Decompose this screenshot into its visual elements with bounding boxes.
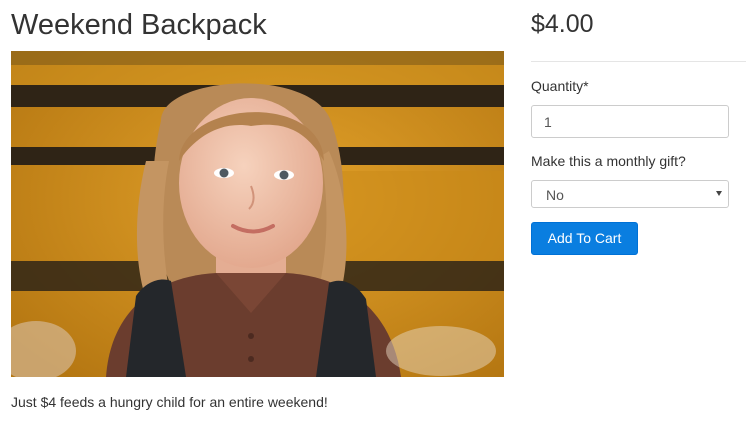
product-image bbox=[11, 51, 504, 377]
monthly-gift-selected-value: No bbox=[546, 187, 564, 203]
price-divider bbox=[531, 61, 746, 62]
product-page: Weekend Backpack Just $4 feeds a hungry … bbox=[0, 0, 746, 444]
monthly-gift-label: Make this a monthly gift? bbox=[531, 153, 686, 169]
quantity-label: Quantity* bbox=[531, 78, 589, 94]
product-price: $4.00 bbox=[531, 10, 594, 38]
product-description: Just $4 feeds a hungry child for an enti… bbox=[11, 394, 328, 410]
child-backpack-photo bbox=[11, 51, 504, 377]
add-to-cart-button[interactable]: Add To Cart bbox=[531, 222, 638, 255]
monthly-gift-select[interactable]: No bbox=[531, 180, 729, 208]
quantity-input[interactable] bbox=[531, 105, 729, 138]
product-title: Weekend Backpack bbox=[11, 9, 267, 41]
chevron-down-icon bbox=[716, 191, 722, 196]
